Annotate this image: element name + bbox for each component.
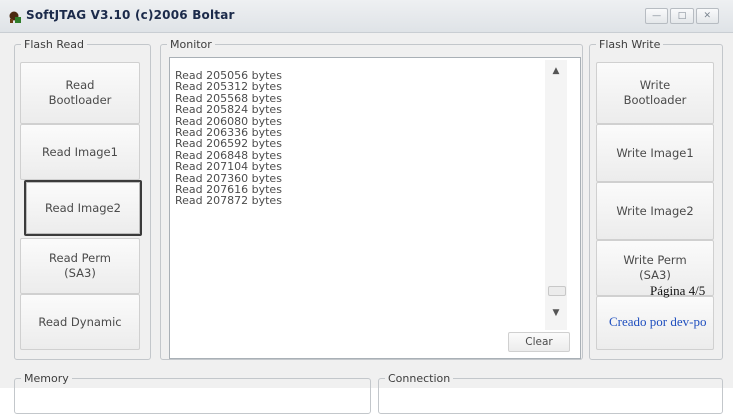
clear-button[interactable]: Clear bbox=[508, 332, 570, 352]
read-perm-button[interactable]: Read Perm (SA3) bbox=[20, 238, 140, 294]
log-line: Read 207872 bytes bbox=[175, 194, 282, 208]
read-image1-button[interactable]: Read Image1 bbox=[20, 124, 140, 180]
monitor-log: Read 205056 bytes Read 205312 bytes Read… bbox=[175, 70, 545, 207]
log-line: Read 205824 bytes bbox=[175, 103, 282, 117]
write-bootloader-button[interactable]: Write Bootloader bbox=[596, 62, 714, 124]
write-image1-button[interactable]: Write Image1 bbox=[596, 124, 714, 182]
jtag-app-icon bbox=[9, 11, 21, 23]
monitor-legend: Monitor bbox=[170, 38, 212, 51]
flash-write-legend: Flash Write bbox=[599, 38, 661, 51]
monitor-log-box[interactable]: Read 205056 bytes Read 205312 bytes Read… bbox=[169, 57, 581, 359]
memory-legend: Memory bbox=[24, 372, 69, 385]
maximize-button[interactable]: □ bbox=[670, 8, 694, 24]
log-line: Read 207104 bytes bbox=[175, 160, 282, 174]
memory-group: Memory bbox=[14, 372, 371, 414]
created-by-link[interactable]: Creado por dev-po bbox=[609, 314, 706, 330]
minimize-button[interactable]: — bbox=[645, 8, 669, 24]
window-controls: — □ ✕ bbox=[645, 8, 719, 24]
scroll-thumb[interactable] bbox=[548, 286, 566, 296]
flash-read-legend: Flash Read bbox=[24, 38, 84, 51]
write-image2-button[interactable]: Write Image2 bbox=[596, 182, 714, 240]
window-title: SoftJTAG V3.10 (c)2006 Boltar bbox=[26, 8, 235, 22]
read-bootloader-button[interactable]: Read Bootloader bbox=[20, 62, 140, 124]
page-number-label: Página 4/5 bbox=[650, 283, 706, 298]
scroll-up-icon[interactable]: ▲ bbox=[545, 62, 567, 80]
title-bar: SoftJTAG V3.10 (c)2006 Boltar — □ ✕ bbox=[0, 0, 733, 33]
read-image2-button[interactable]: Read Image2 bbox=[24, 180, 142, 236]
connection-group: Connection bbox=[378, 372, 723, 414]
monitor-scrollbar[interactable]: ▲ ▼ bbox=[545, 60, 567, 330]
read-dynamic-button[interactable]: Read Dynamic bbox=[20, 294, 140, 350]
connection-legend: Connection bbox=[388, 372, 451, 385]
close-button[interactable]: ✕ bbox=[695, 8, 719, 24]
scroll-down-icon[interactable]: ▼ bbox=[545, 304, 567, 322]
